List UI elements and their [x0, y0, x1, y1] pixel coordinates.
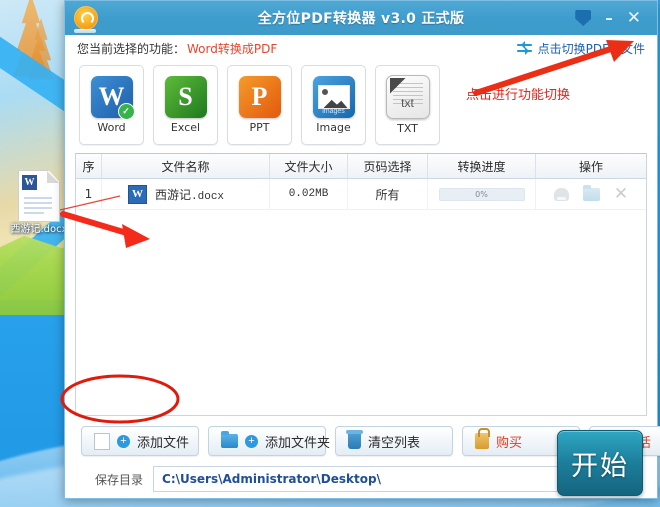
word-document-icon: W [18, 170, 60, 222]
row-filename-cell: W 西游记.docx [102, 179, 270, 209]
image-icon: images [312, 76, 355, 118]
preview-icon[interactable] [553, 187, 569, 201]
excel-glyph: S [178, 82, 193, 111]
ppt-icon: P [238, 76, 281, 118]
remove-x-icon[interactable]: ✕ [614, 185, 628, 203]
add-folder-button[interactable]: + 添加文件夹 [208, 426, 330, 456]
row-index: 1 [76, 179, 102, 209]
plus-badge-icon: + [117, 434, 130, 448]
format-button-excel[interactable]: S Excel [153, 65, 218, 145]
format-selector: W ✓ Word S Excel P PPT images Image txt … [73, 61, 649, 153]
table-empty-area [76, 210, 646, 415]
format-label-word: Word [97, 121, 126, 134]
window-body: 您当前选择的功能： Word转换成PDF 点击切换PDF转文件 W ✓ Word… [65, 35, 660, 498]
title-bar: 全方位PDF转换器 v3.0 正式版 – ✕ [65, 1, 657, 35]
column-header-actions: 操作 [578, 159, 603, 174]
format-label-txt: TXT [397, 122, 418, 135]
save-path-value: C:\Users\Administrator\Desktop\ [162, 472, 381, 486]
row-pages[interactable]: 所有 [348, 179, 428, 209]
doc-line [24, 202, 52, 204]
excel-icon: S [164, 76, 207, 118]
page-fold [47, 171, 59, 183]
doc-line [24, 207, 52, 209]
file-list-table: 序 文件名称 文件大小 页码选择 转换进度 操作 1 W 西游记.docx 0.… [75, 153, 647, 416]
purchase-label: 购买 [496, 434, 523, 450]
column-header-name: 文件名称 [102, 154, 270, 178]
application-window: 全方位PDF转换器 v3.0 正式版 – ✕ 您当前选择的功能： Word转换成… [64, 0, 660, 499]
format-label-ppt: PPT [249, 121, 270, 134]
clear-list-button[interactable]: 清空列表 [335, 426, 453, 456]
column-header-progress: 转换进度 [428, 154, 536, 178]
start-button[interactable]: 开始 [557, 430, 643, 496]
add-file-button[interactable]: + 添加文件 [81, 426, 199, 456]
switch-mode-label: 点击切换PDF转文件 [537, 41, 645, 56]
txt-icon-caption: txt [401, 96, 414, 110]
format-label-excel: Excel [170, 121, 201, 134]
doc-line [24, 212, 44, 214]
desktop-file-label: 西游记.docx [10, 224, 68, 235]
plus-badge-icon: + [245, 434, 258, 448]
add-file-label: 添加文件 [137, 434, 190, 450]
switch-mode-link[interactable]: 点击切换PDF转文件 [516, 40, 645, 57]
word-icon: W ✓ [90, 76, 135, 120]
picture-glyph [317, 85, 350, 109]
save-directory-label: 保存目录 [95, 472, 144, 487]
column-header-pages: 页码选择 [348, 154, 428, 178]
ppt-glyph: P [251, 82, 268, 111]
row-progress-cell: 0% [428, 179, 536, 209]
trash-icon [346, 430, 363, 449]
desktop-file-icon[interactable]: W 西游记.docx [10, 170, 68, 236]
word-badge-icon: W [22, 175, 37, 190]
shopping-bag-icon [475, 428, 490, 449]
close-button[interactable]: ✕ [627, 9, 641, 27]
function-value: Word转换成PDF [187, 41, 278, 56]
format-button-txt[interactable]: txt TXT [375, 65, 440, 145]
swap-arrows-icon [516, 41, 533, 55]
app-logo-base [74, 29, 96, 33]
txt-icon: txt [385, 75, 430, 119]
minimize-button[interactable]: – [605, 10, 613, 26]
column-header-size: 文件大小 [270, 154, 348, 178]
selected-check-icon: ✓ [117, 103, 135, 120]
save-directory-bar: 保存目录 C:\Users\Administrator\Desktop\ 开始 [73, 430, 649, 496]
doc-line [24, 197, 52, 199]
function-label: 您当前选择的功能： [77, 41, 186, 56]
format-label-image: Image [316, 121, 351, 134]
progress-bar: 0% [438, 187, 525, 201]
app-logo-icon [74, 6, 98, 30]
function-bar: 您当前选择的功能： Word转换成PDF 点击切换PDF转文件 [73, 35, 649, 61]
clear-list-label: 清空列表 [368, 434, 421, 450]
row-filename-ext: .docx [191, 190, 225, 203]
image-icon-caption: images [322, 108, 345, 115]
progress-text: 0% [475, 189, 488, 199]
table-row[interactable]: 1 W 西游记.docx 0.02MB 所有 0% ✕ [76, 179, 646, 210]
window-title: 全方位PDF转换器 v3.0 正式版 [257, 11, 465, 27]
word-file-icon: W [128, 184, 147, 204]
chevron-down-icon[interactable] [575, 10, 592, 26]
format-button-image[interactable]: images Image [301, 65, 366, 145]
row-size: 0.02MB [288, 188, 329, 200]
row-filename-base: 西游记 [155, 187, 192, 202]
add-file-icon [94, 432, 110, 450]
table-header-row: 序 文件名称 文件大小 页码选择 转换进度 操作 [76, 154, 646, 179]
row-actions-cell: ✕ [536, 179, 646, 209]
format-button-ppt[interactable]: P PPT [227, 65, 292, 145]
row-size-cell: 0.02MB [270, 179, 348, 209]
save-path-input[interactable]: C:\Users\Administrator\Desktop\ [153, 466, 603, 492]
add-folder-icon [221, 431, 238, 448]
format-button-word[interactable]: W ✓ Word [79, 65, 144, 145]
add-folder-label: 添加文件夹 [265, 434, 331, 450]
open-folder-icon[interactable] [582, 184, 600, 201]
column-header-index: 序 [76, 154, 102, 178]
row-filename: 西游记.docx [155, 186, 224, 203]
window-controls: – ✕ [575, 9, 641, 27]
